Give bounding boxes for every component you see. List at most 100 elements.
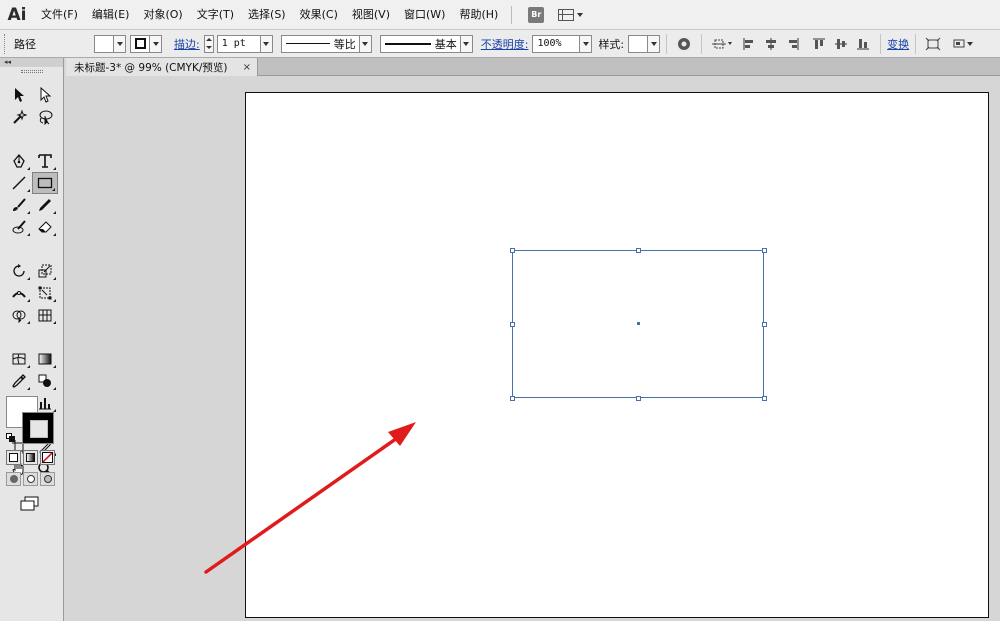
rotate-icon <box>13 264 25 277</box>
eyedropper-icon <box>12 374 26 388</box>
change-screen-mode-button[interactable] <box>20 496 40 512</box>
handle-top-center[interactable] <box>636 248 641 253</box>
transform-panel-link[interactable]: 变换 <box>887 36 909 52</box>
selection-arrow-icon <box>15 88 24 102</box>
width-tool[interactable] <box>6 282 32 304</box>
handle-top-right[interactable] <box>762 248 767 253</box>
opacity-input[interactable]: 100% <box>532 34 593 53</box>
mesh-icon <box>12 353 26 365</box>
free-transform-tool[interactable] <box>32 282 58 304</box>
handle-bottom-center[interactable] <box>636 396 641 401</box>
fill-color-dropdown[interactable] <box>94 34 126 53</box>
control-panel-menu-button[interactable] <box>951 34 977 54</box>
eraser-tool[interactable] <box>32 216 58 238</box>
graphic-style-dropdown[interactable] <box>628 34 661 53</box>
menu-file[interactable]: 文件(F) <box>34 0 85 30</box>
paintbrush-icon <box>13 198 26 211</box>
tools-panel-grip[interactable] <box>0 67 63 75</box>
document-tab-strip: 未标题-3* @ 99% (CMYK/预览) × <box>66 58 1000 76</box>
align-bottom-button[interactable] <box>853 34 873 54</box>
eyedropper-tool[interactable] <box>6 370 32 392</box>
tool-divider <box>6 238 58 239</box>
align-to-dropdown[interactable] <box>709 34 737 54</box>
menu-window[interactable]: 窗口(W) <box>397 0 452 30</box>
document-tab[interactable]: 未标题-3* @ 99% (CMYK/预览) × <box>66 58 258 76</box>
line-segment-icon <box>12 176 26 190</box>
gradient-tool[interactable] <box>32 348 58 370</box>
line-segment-tool[interactable] <box>6 172 32 194</box>
align-right-icon <box>789 37 799 50</box>
shape-builder-tool[interactable] <box>6 304 32 326</box>
menu-object[interactable]: 对象(O) <box>136 0 189 30</box>
pen-tool[interactable] <box>6 150 32 172</box>
recolor-artwork-button[interactable] <box>674 34 694 54</box>
isolate-selected-button[interactable] <box>923 34 943 54</box>
perspective-grid-tool[interactable] <box>32 304 58 326</box>
color-button[interactable] <box>6 450 21 465</box>
rotate-tool[interactable] <box>6 260 32 282</box>
handle-bottom-right[interactable] <box>762 396 767 401</box>
align-top-icon <box>813 38 826 49</box>
arrange-documents-button[interactable] <box>558 8 584 21</box>
align-top-button[interactable] <box>809 34 829 54</box>
menu-bar: Ai 文件(F) 编辑(E) 对象(O) 文字(T) 选择(S) 效果(C) 视… <box>0 0 1000 30</box>
scale-tool[interactable] <box>32 260 58 282</box>
type-tool[interactable] <box>32 150 58 172</box>
paintbrush-tool[interactable] <box>6 194 32 216</box>
align-vertical-center-button[interactable] <box>831 34 851 54</box>
align-horizontal-center-button[interactable] <box>761 34 781 54</box>
menu-separator <box>511 5 513 24</box>
pencil-tool[interactable] <box>32 194 58 216</box>
menu-edit[interactable]: 编辑(E) <box>85 0 137 30</box>
opacity-panel-link[interactable]: 不透明度: <box>481 36 529 52</box>
none-button[interactable] <box>40 450 55 465</box>
magic-wand-tool[interactable] <box>6 106 32 128</box>
draw-inside-button[interactable] <box>40 472 55 486</box>
column-graph-icon <box>39 398 51 410</box>
stroke-weight-input[interactable]: 1 pt <box>216 34 273 53</box>
menu-effect[interactable]: 效果(C) <box>293 0 345 30</box>
fill-swatch <box>95 35 113 52</box>
menu-select[interactable]: 选择(S) <box>241 0 293 30</box>
rectangle-tool[interactable] <box>32 172 58 194</box>
stroke-panel-link[interactable]: 描边: <box>174 36 200 52</box>
blend-tool[interactable] <box>32 370 58 392</box>
stepper-down-icon <box>205 46 212 49</box>
brush-definition-dropdown[interactable]: 基本 <box>379 34 473 53</box>
stroke-color-dropdown[interactable] <box>130 34 162 53</box>
rectangle-icon <box>37 177 53 189</box>
handle-middle-left[interactable] <box>510 322 515 327</box>
default-fill-stroke-icon[interactable] <box>6 432 15 442</box>
handle-bottom-left[interactable] <box>510 396 515 401</box>
separator <box>880 33 882 54</box>
handle-middle-right[interactable] <box>762 322 767 327</box>
gradient-button[interactable] <box>23 450 38 465</box>
bridge-button[interactable]: Br <box>528 6 545 23</box>
tools-panel-collapse-button[interactable]: ◂◂ <box>0 58 63 67</box>
screen-mode-icon <box>20 496 39 511</box>
chevron-down-icon <box>259 35 272 52</box>
selection-tool[interactable] <box>6 84 32 106</box>
menu-help[interactable]: 帮助(H) <box>452 0 505 30</box>
menu-type[interactable]: 文字(T) <box>190 0 241 30</box>
control-bar-grip[interactable] <box>4 33 8 54</box>
variable-width-profile-label: 等比 <box>333 37 356 51</box>
handle-top-left[interactable] <box>510 248 515 253</box>
draw-normal-button[interactable] <box>6 472 21 486</box>
variable-width-profile-dropdown[interactable]: 等比 <box>280 34 372 53</box>
none-slash-icon <box>42 452 53 463</box>
draw-behind-button[interactable] <box>23 472 38 486</box>
align-right-button[interactable] <box>783 34 803 54</box>
stroke-weight-stepper[interactable] <box>203 34 214 53</box>
stroke-color-swatch[interactable] <box>22 412 54 444</box>
menu-view[interactable]: 视图(V) <box>345 0 397 30</box>
lasso-tool[interactable] <box>32 106 58 128</box>
tool-divider <box>6 128 58 129</box>
close-icon[interactable]: × <box>243 62 251 73</box>
mesh-tool[interactable] <box>6 348 32 370</box>
lasso-icon <box>39 110 53 125</box>
blob-brush-tool[interactable] <box>6 216 32 238</box>
direct-selection-tool[interactable] <box>32 84 58 106</box>
app-logo: Ai <box>7 4 27 25</box>
align-left-button[interactable] <box>739 34 759 54</box>
